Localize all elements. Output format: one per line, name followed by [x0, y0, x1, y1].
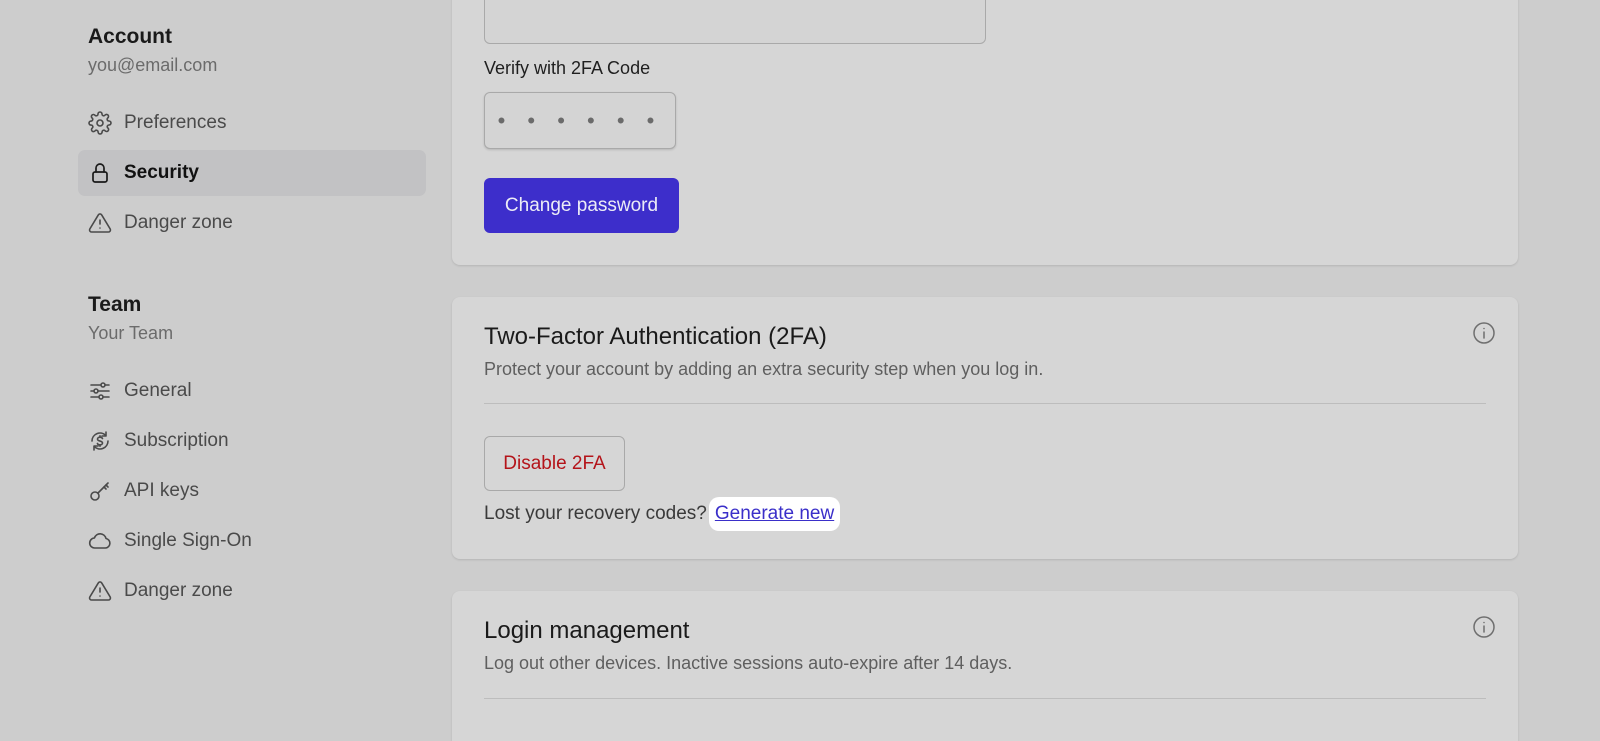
lock-icon	[88, 161, 112, 185]
account-section-title: Account	[88, 25, 172, 48]
sidebar-item-label: Subscription	[124, 430, 229, 451]
two-factor-title: Two-Factor Authentication (2FA)	[484, 323, 827, 350]
divider	[484, 698, 1486, 699]
key-icon	[88, 479, 112, 503]
disable-2fa-button[interactable]: Disable 2FA	[484, 436, 625, 491]
sidebar-item-general[interactable]: General	[78, 368, 426, 414]
login-management-title: Login management	[484, 617, 690, 644]
sidebar-item-danger-zone[interactable]: Danger zone	[78, 200, 426, 246]
sidebar-item-label: Danger zone	[124, 580, 233, 601]
sidebar-item-single-sign-on[interactable]: Single Sign-On	[78, 518, 426, 564]
sidebar-item-label: Danger zone	[124, 212, 233, 233]
sidebar-item-api-keys[interactable]: API keys	[78, 468, 426, 514]
info-icon[interactable]	[1472, 321, 1496, 345]
recovery-row: Lost your recovery codes? Generate new	[484, 497, 841, 531]
password-input[interactable]	[484, 0, 986, 44]
divider	[484, 403, 1486, 404]
team-subtitle: Your Team	[88, 323, 174, 343]
two-factor-card: Two-Factor Authentication (2FA) Protect …	[452, 297, 1518, 559]
recovery-text: Lost your recovery codes?	[484, 503, 707, 524]
password-card: Verify with 2FA Code • • • • • • Change …	[452, 0, 1518, 265]
sidebar-item-preferences[interactable]: Preferences	[78, 100, 426, 146]
warning-icon	[88, 579, 112, 603]
settings-page: Account you@email.com Preferences Securi…	[0, 0, 1600, 741]
sidebar-item-label: API keys	[124, 480, 199, 501]
account-email: you@email.com	[88, 55, 218, 75]
sidebar-item-team-danger-zone[interactable]: Danger zone	[78, 568, 426, 614]
sidebar-item-security[interactable]: Security	[78, 150, 426, 196]
sidebar-item-label: Security	[124, 162, 199, 183]
sidebar-item-label: General	[124, 380, 192, 401]
sidebar-item-label: Preferences	[124, 112, 227, 133]
sidebar-item-label: Single Sign-On	[124, 530, 252, 551]
warning-icon	[88, 211, 112, 235]
cloud-icon	[88, 529, 112, 553]
info-icon[interactable]	[1472, 615, 1496, 639]
dollar-cycle-icon	[88, 429, 112, 453]
sliders-icon	[88, 379, 112, 403]
sidebar-item-subscription[interactable]: Subscription	[78, 418, 426, 464]
login-management-card: Login management Log out other devices. …	[452, 591, 1518, 741]
generate-new-link[interactable]: Generate new	[708, 497, 841, 531]
login-management-description: Log out other devices. Inactive sessions…	[484, 653, 1013, 673]
gear-icon	[88, 111, 112, 135]
team-section-title: Team	[88, 293, 142, 316]
2fa-code-input[interactable]: • • • • • •	[484, 92, 676, 149]
change-password-button[interactable]: Change password	[484, 178, 679, 233]
two-factor-description: Protect your account by adding an extra …	[484, 359, 1044, 379]
code-label: Verify with 2FA Code	[484, 58, 651, 78]
